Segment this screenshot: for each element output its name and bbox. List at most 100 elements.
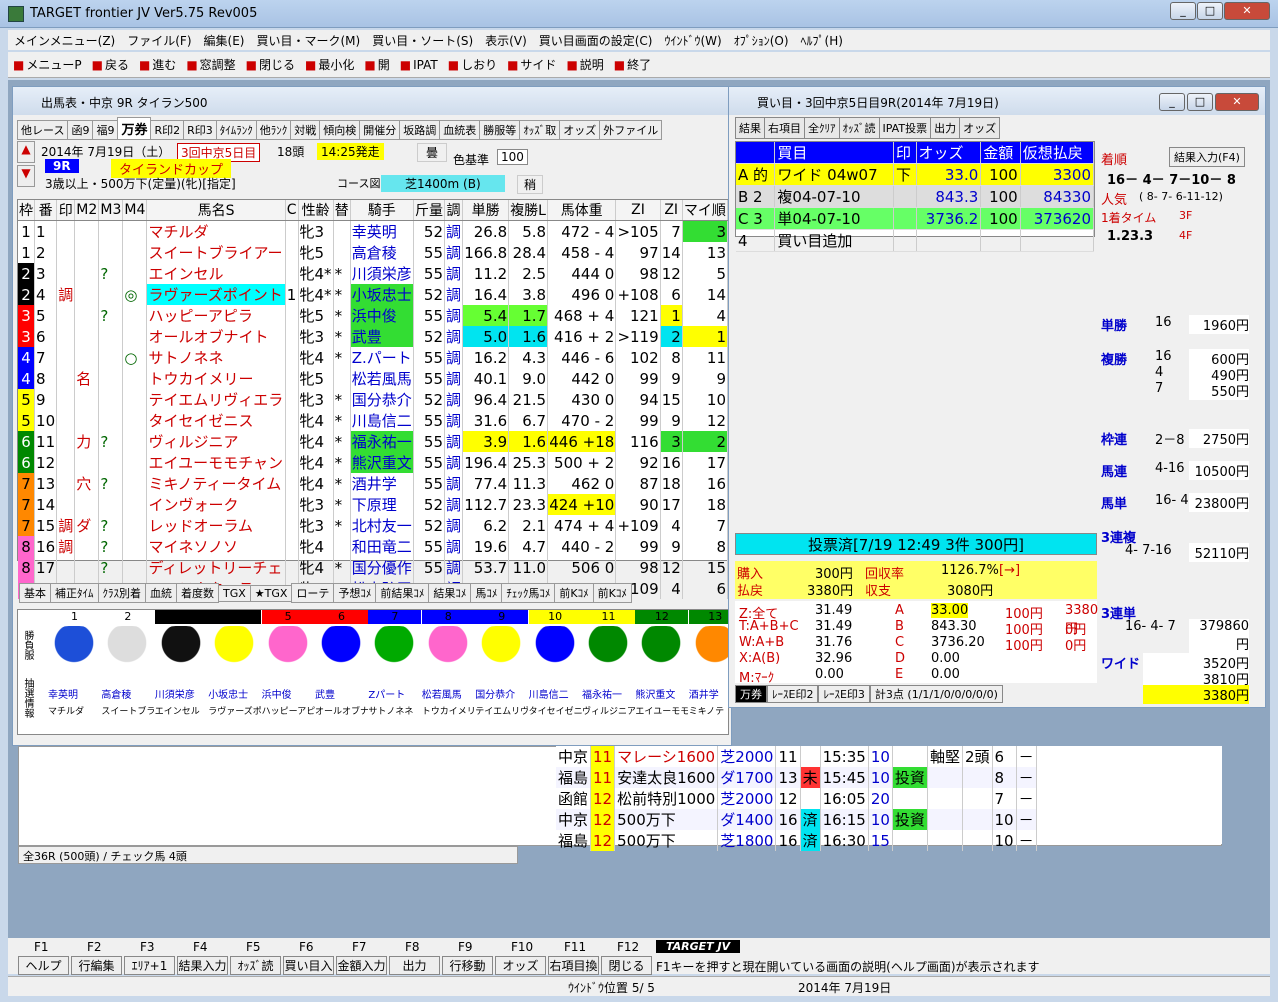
toolbar-button[interactable]: ■ 説明 [561, 52, 608, 77]
fkey-button[interactable]: 行移動 [442, 956, 493, 975]
table-row[interactable]: 4 8 名トウカイメリー 牝5 松若風馬 55 調 40.1 9.0 442 0 99 9 9 [18, 368, 729, 389]
toolbar-button[interactable]: ■ 進む [134, 52, 181, 77]
detail-tab[interactable]: 前Kｺﾒ [592, 583, 632, 603]
race-tab[interactable]: 血統表 [439, 120, 481, 140]
race-list-row[interactable]: 函館 12 松前特別1000 芝2000 12 16:05 20 7 － [556, 788, 1037, 809]
column-header[interactable]: 枠 [18, 200, 36, 221]
race-list-row[interactable]: 中京 11 マレーシ1600 芝2000 11 15:35 10 軸堅 2頭 6 － [556, 746, 1037, 767]
column-header[interactable]: M4 [122, 200, 148, 221]
column-header[interactable]: マイ順 [682, 200, 729, 221]
toolbar-button[interactable]: ■ 窓調整 [181, 52, 240, 77]
column-header[interactable]: オッズ [916, 142, 982, 164]
column-header[interactable]: C [285, 200, 299, 221]
menu-item[interactable]: ﾍﾙﾌﾟ(H) [795, 30, 849, 51]
toolbar-button[interactable]: ■ 最小化 [300, 52, 359, 77]
toolbar-button[interactable]: ■ 終了 [609, 52, 656, 77]
detail-tab[interactable]: 予想ｺﾒ [333, 583, 377, 603]
race-tab[interactable]: 対戦 [290, 120, 321, 140]
column-header[interactable] [736, 142, 776, 164]
purchase-button[interactable]: 全ｸﾘｱ [804, 117, 840, 139]
race-tab[interactable]: ｵｯｽﾞ取 [519, 120, 561, 140]
course-label[interactable]: コース図 [337, 175, 380, 191]
fkey-button[interactable]: 出力 [389, 956, 440, 975]
menu-item[interactable]: ｵﾌﾟｼｮﾝ(O) [728, 30, 795, 51]
fkey-button[interactable]: 行編集 [71, 956, 122, 975]
detail-tab[interactable]: TGX [218, 585, 251, 602]
table-row[interactable]: 2 3? エインセル 牝4* * 川須栄彦 55 調 11.2 2.5 444 0 98 12 5 [18, 263, 729, 284]
race-tab[interactable]: 万券 [117, 117, 152, 140]
bottom-tab[interactable]: ﾚｰｽE印2 [767, 685, 819, 703]
fkey-button[interactable]: 閉じる [601, 956, 652, 975]
detail-tab[interactable]: 着度数 [176, 583, 219, 603]
table-row[interactable]: 1 2 スイートブライアー 牝5 高倉稜 55 調 166.8 28.4 458 - 4 97 14 1… [18, 242, 729, 263]
purchase-row[interactable]: 4 買い目追加 [736, 229, 1095, 252]
fkey-button[interactable]: 結果入力 [177, 956, 228, 975]
toolbar-button[interactable]: ■ 戻る [87, 52, 134, 77]
bottom-tab[interactable]: 計3点 (1/1/1/0/0/0/0/0) [869, 685, 1003, 703]
toolbar-button[interactable]: ■ メニューP [8, 52, 87, 77]
toolbar-button[interactable]: ■ しおり [443, 52, 502, 77]
toolbar-button[interactable]: ■ サイド [502, 52, 561, 77]
column-header[interactable]: 単勝 [462, 200, 510, 221]
detail-tab[interactable]: ★TGX [249, 585, 293, 602]
rate-arrow[interactable]: [→] [999, 563, 1020, 578]
detail-tab[interactable]: 前結果ｺﾒ [375, 583, 430, 603]
purchase-button[interactable]: ｵｯｽﾞ読 [838, 117, 880, 139]
column-header[interactable]: 複勝L [508, 200, 549, 221]
purchase-button[interactable]: 結果 [735, 117, 765, 139]
detail-tab[interactable]: ﾁｪｯｸ馬ｺﾒ [501, 583, 556, 603]
race-list-row[interactable]: 福島 12 500万下 芝1800 16 済 16:30 15 10 － [556, 830, 1037, 851]
purchase-maximize-button[interactable]: □ [1187, 93, 1213, 111]
race-tab[interactable]: 坂路調 [399, 120, 441, 140]
close-button[interactable]: ✕ [1224, 2, 1270, 20]
table-row[interactable]: 6 12 エイユーモモチャン 牝4 * 熊沢重文 55 調 196.4 25.3 500 + 2 92… [18, 452, 729, 473]
table-row[interactable]: 3 5? ハッピーアピラ 牝5 * 浜中俊 55 調 5.4 1.7 468 + 4 121 1 4 [18, 305, 729, 326]
column-header[interactable]: 金額 [980, 142, 1021, 164]
fkey-button[interactable]: ｵｯｽﾞ読 [230, 956, 281, 975]
menu-item[interactable]: 買い目・ソート(S) [366, 30, 479, 51]
next-race-button[interactable]: ▼ [17, 165, 35, 187]
table-row[interactable]: 7 13 穴? ミキノティータイム 牝4 * 酒井学 55 調 77.4 11.3 462 0 87 18… [18, 473, 729, 494]
fkey-button[interactable]: 金額入力 [336, 956, 387, 975]
column-header[interactable]: M3 [98, 200, 124, 221]
column-header[interactable]: ZI [660, 200, 683, 221]
column-header[interactable]: 番 [34, 200, 58, 221]
maximize-button[interactable]: □ [1197, 2, 1223, 20]
purchase-close-button[interactable]: ✕ [1215, 93, 1259, 111]
fkey-button[interactable]: ｴﾘｱ+1 [124, 956, 175, 975]
detail-tab[interactable]: ローテ [291, 583, 335, 603]
detail-tab[interactable]: 馬ｺﾒ [470, 583, 503, 603]
fkey-button[interactable]: 買い目入 [283, 956, 334, 975]
table-row[interactable]: 5 10 タイセイゼニス 牝4 * 川島信二 55 調 31.6 6.7 470 - 2 99 9 12 [18, 410, 729, 431]
race-tab[interactable]: 勝服等 [479, 120, 521, 140]
purchase-button[interactable]: オッズ [959, 117, 1001, 139]
table-row[interactable]: 4 7 ○ サトノネネ 牝4 * Z.パート 55 調 16.2 4.3 446 - 6 102 8 11 [18, 347, 729, 368]
detail-tab[interactable]: 結果ｺﾒ [428, 583, 472, 603]
toolbar-button[interactable]: ■ 閉じる [241, 52, 300, 77]
race-tab[interactable]: 他ﾗﾝｸ [255, 120, 292, 140]
column-header[interactable]: M2 [74, 200, 100, 221]
prev-race-button[interactable]: ▲ [17, 141, 35, 163]
menu-item[interactable]: メインメニュー(Z) [8, 30, 121, 51]
table-row[interactable]: 3 6 オールオブナイト 牝3 * 武豊 52 調 5.0 1.6 416 + 2 >119 2 1 [18, 326, 729, 347]
column-header[interactable]: 馬名S [146, 200, 286, 221]
column-header[interactable]: 印 [56, 200, 76, 221]
column-header[interactable]: 斤量 [413, 200, 446, 221]
column-header[interactable]: 買目 [774, 142, 894, 164]
purchase-row[interactable]: C 3 単04-07-10 3736.2 100 373620 [736, 207, 1095, 230]
purchase-row[interactable]: A 的ワイド 04w07 下 33.0 100 3300 [736, 163, 1095, 186]
race-tab[interactable]: 外ファイル [599, 120, 663, 140]
race-tab[interactable]: R印3 [183, 120, 217, 140]
column-header[interactable]: ZI [615, 200, 661, 221]
menu-item[interactable]: ｳｲﾝﾄﾞｳ(W) [659, 30, 728, 51]
column-header[interactable]: 印 [893, 142, 917, 164]
table-row[interactable]: 6 11 力? ヴィルジニア 牝4 * 福永祐一 55 調 3.9 1.6 446 +18 116 3 2 [18, 431, 729, 452]
bottom-tab[interactable]: 万券 [735, 685, 767, 703]
column-header[interactable]: 調 [444, 200, 464, 221]
table-row[interactable]: 7 14 インヴォーク 牝3 * 下原理 52 調 112.7 23.3 424 +10 90 17 18 [18, 494, 729, 515]
purchase-button[interactable]: IPAT投票 [878, 117, 932, 139]
detail-tab[interactable]: 基本 [19, 583, 51, 603]
menu-item[interactable]: 編集(E) [198, 30, 251, 51]
table-row[interactable]: 8 16 調? マイネソノソ 牝4 和田竜二 55 調 19.6 4.7 440 - 2 99 9 8 [18, 536, 729, 557]
purchase-button[interactable]: 右項目 [764, 117, 805, 139]
